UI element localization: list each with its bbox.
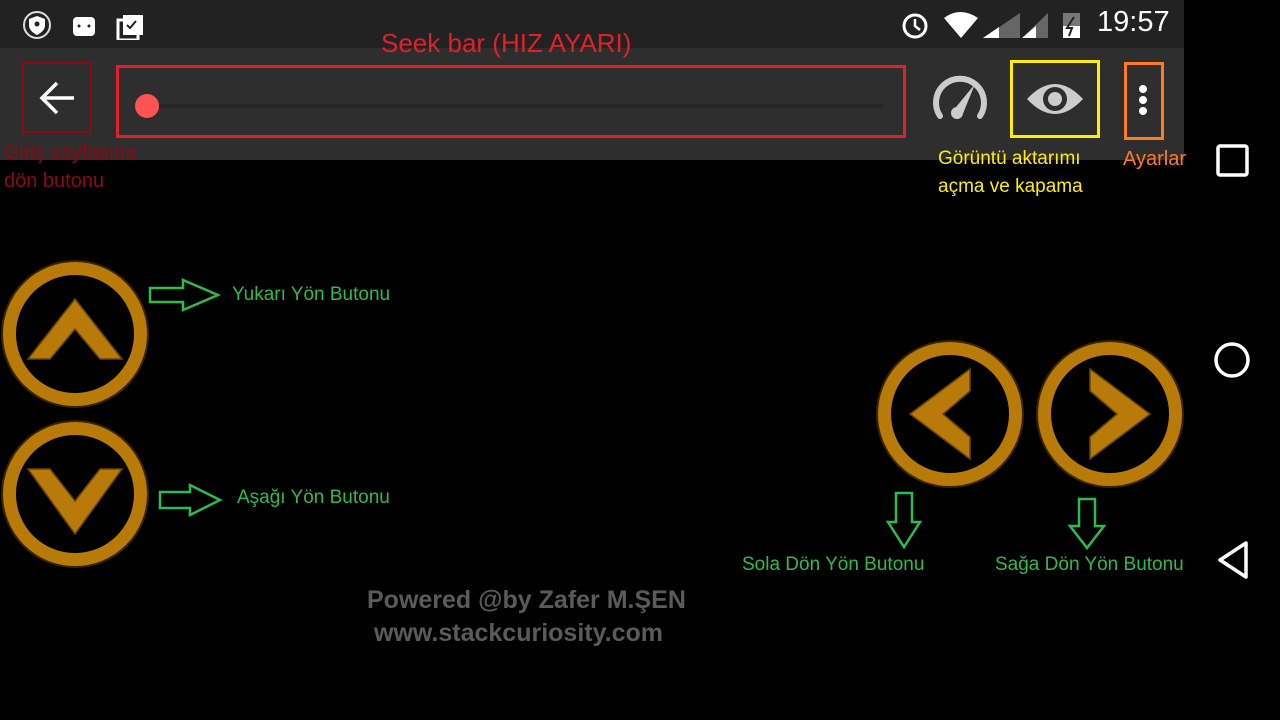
speedometer-icon[interactable] xyxy=(930,72,990,124)
arrow-left-icon xyxy=(39,81,74,115)
credit-line-1: Powered @by Zafer M.ŞEN xyxy=(367,586,686,614)
annotation-eye-1: Görüntü aktarımı xyxy=(938,148,1081,169)
notification-icons xyxy=(23,11,143,40)
annotation-seekbar: Seek bar (HIZ AYARI) xyxy=(381,28,632,58)
seekbar-frame xyxy=(116,65,906,138)
recents-icon xyxy=(1216,144,1249,177)
arrow-down-icon xyxy=(1067,497,1107,551)
signal-icon xyxy=(983,13,1020,38)
eye-toggle-button[interactable] xyxy=(1010,60,1100,138)
turn-left-button[interactable] xyxy=(875,339,1025,489)
clipboard-check-icon xyxy=(116,15,143,40)
clock: 19:57 xyxy=(1097,6,1170,38)
android-icon xyxy=(73,17,95,36)
annotation-right: Sağa Dön Yön Butonu xyxy=(995,554,1184,575)
up-button[interactable] xyxy=(0,259,150,409)
wifi-icon xyxy=(944,12,978,38)
seekbar-thumb[interactable] xyxy=(135,94,159,118)
chevron-right-icon xyxy=(1089,367,1152,461)
eye-icon xyxy=(1027,84,1083,114)
signal-icon-2 xyxy=(1022,13,1048,38)
annotation-back-1: Giriş sayfasına xyxy=(4,142,137,164)
arrow-right-icon xyxy=(158,482,223,518)
system-icons xyxy=(902,12,1080,39)
annotation-left: Sola Dön Yön Butonu xyxy=(742,554,925,575)
annotation-eye-2: açma ve kapama xyxy=(938,176,1083,197)
back-nav-icon xyxy=(1218,541,1248,579)
turn-right-button[interactable] xyxy=(1035,339,1185,489)
navigation-bar xyxy=(1214,144,1250,579)
annotation-up: Yukarı Yön Butonu xyxy=(232,284,391,305)
chevron-up-icon xyxy=(26,297,124,360)
more-vertical-icon xyxy=(1139,85,1147,115)
arrow-down-icon xyxy=(885,491,923,550)
annotation-down: Aşağı Yön Butonu xyxy=(237,487,390,508)
seekbar-track[interactable] xyxy=(149,104,883,108)
down-button[interactable] xyxy=(0,419,150,569)
back-button[interactable] xyxy=(22,62,92,133)
chevron-left-icon xyxy=(908,367,971,461)
alarm-icon xyxy=(902,13,928,39)
arrow-right-icon xyxy=(148,278,222,312)
annotation-settings: Ayarlar xyxy=(1123,148,1186,170)
battery-charging-icon xyxy=(1063,13,1080,38)
shield-key-icon xyxy=(23,11,51,39)
home-icon xyxy=(1214,342,1250,378)
annotation-back-2: dön butonu xyxy=(4,170,105,192)
chevron-down-icon xyxy=(26,468,124,536)
settings-menu-button[interactable] xyxy=(1124,62,1164,140)
credit-line-2: www.stackcuriosity.com xyxy=(374,619,663,647)
